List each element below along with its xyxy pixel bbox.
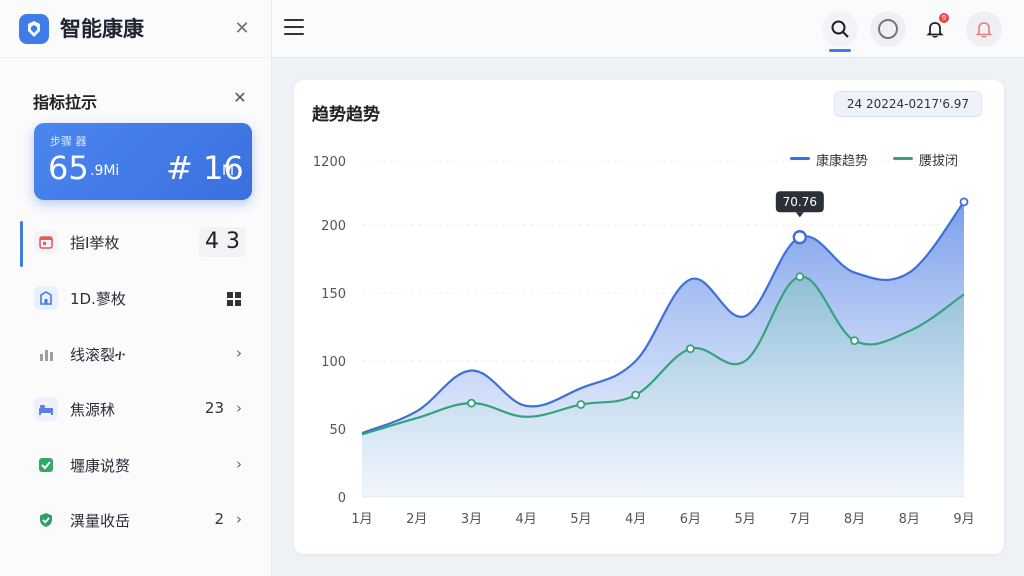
app-title: 智能康康 (60, 17, 144, 41)
active-indicator (20, 221, 23, 267)
menu-item-label: 壥康说赘 (70, 457, 131, 475)
notification-badge: 9 (939, 13, 949, 23)
panel-title: 指标拉示 (33, 93, 98, 112)
status-button[interactable] (870, 11, 906, 47)
menu-item-4[interactable]: 焦源秫 23 › (22, 387, 254, 431)
stat-value-primary: 65 (48, 149, 89, 187)
grid-icon[interactable] (226, 291, 242, 311)
x-tick-label: 1月 (351, 512, 372, 527)
circle-icon (878, 19, 898, 39)
summary-stat-card[interactable]: 步骤 器 65 .9Mi # 16 M (34, 123, 252, 200)
menu-item-6[interactable]: 潩量收岳 2 › (22, 498, 254, 542)
y-tick-label: 200 (321, 219, 346, 234)
alert-bell-icon (975, 22, 993, 38)
menu-item-2[interactable]: 1D.蓼枚 (22, 276, 254, 320)
alerts-button[interactable] (966, 11, 1002, 47)
data-point[interactable] (850, 336, 859, 346)
menu-item-label: 潩量收岳 (70, 512, 131, 530)
menu-item-label: 线滚裂ተ (70, 346, 126, 364)
data-point[interactable] (576, 400, 586, 409)
y-tick-label: 50 (329, 423, 346, 438)
tooltip-label: 70.76 (783, 195, 817, 209)
trend-chart-card: 趋势趋势 24 20224-0217'6.97 康康趋势 腰拔闭 0 50 10… (294, 80, 1004, 554)
menu-item-label: 焦源秫 (70, 401, 116, 419)
menu-item-1[interactable]: 指I挙枚 4 3 (20, 220, 254, 267)
chevron-right-icon: › (236, 510, 242, 528)
x-tick-label: 4月 (625, 512, 646, 527)
chevron-right-icon: › (236, 399, 242, 417)
bed-icon (34, 397, 58, 421)
y-tick-label: 1200 (313, 155, 346, 170)
app-logo-icon (19, 14, 49, 44)
menu-item-label: 1D.蓼枚 (70, 290, 126, 308)
brand-header: 智能康康 ✕ (0, 0, 272, 58)
data-point[interactable] (467, 398, 476, 408)
x-tick-label: 7月 (789, 512, 810, 527)
menu-item-count: 4 3 (199, 227, 246, 257)
menu-item-count: 2 (214, 510, 224, 528)
menu-item-count: 23 (204, 399, 224, 417)
menu-item-3[interactable]: 线滚裂ተ › (22, 332, 254, 376)
menu-item-5[interactable]: 壥康说赘 › (22, 443, 254, 487)
tooltip-pointer (795, 212, 804, 218)
sidebar: 智能康康 ✕ 指标拉示 ✕ 步骤 器 65 .9Mi # 16 M 指I挙枚 4… (0, 0, 272, 576)
data-point[interactable] (631, 390, 641, 400)
stat-unit-secondary: M (222, 163, 235, 179)
calendar-icon (34, 230, 58, 254)
data-point[interactable] (685, 344, 695, 354)
trend-chart: 0 50 100 150 200 1200 70.76 1月 2月 3月 4月 5月 4月 6月 5月 7… (313, 155, 975, 527)
collapse-sidebar-icon[interactable]: ✕ (233, 20, 251, 38)
chevron-right-icon: › (236, 344, 242, 362)
menu-item-label: 指I挙枚 (70, 234, 120, 252)
building-icon (34, 286, 58, 310)
x-tick-label: 5月 (570, 512, 591, 527)
x-tick-label: 8月 (899, 512, 920, 527)
search-icon (831, 20, 849, 38)
search-active-indicator (829, 49, 851, 52)
app-window: 智能康康 ✕ 指标拉示 ✕ 步骤 器 65 .9Mi # 16 M 指I挙枚 4… (0, 0, 1024, 576)
x-tick-label: 3月 (461, 512, 482, 527)
x-tick-label: 6月 (680, 512, 701, 527)
y-tick-label: 150 (321, 287, 346, 302)
data-point[interactable] (795, 272, 805, 282)
data-point[interactable] (959, 197, 969, 207)
x-tick-label: 5月 (734, 512, 755, 527)
search-button[interactable] (822, 11, 858, 47)
y-tick-label: 100 (321, 355, 346, 370)
hamburger-menu-icon[interactable] (284, 19, 304, 37)
bar-chart-icon (34, 342, 58, 366)
close-icon[interactable]: ✕ (232, 90, 248, 106)
shield-icon (34, 508, 58, 532)
x-tick-label: 2月 (406, 512, 427, 527)
checkbox-icon (34, 453, 58, 477)
highlighted-data-point[interactable] (792, 230, 808, 245)
stat-unit-primary: .9Mi (90, 163, 120, 179)
top-bar: 9 (272, 0, 1024, 58)
x-tick-label: 9月 (953, 512, 974, 527)
y-tick-label: 0 (338, 491, 346, 506)
x-tick-label: 8月 (844, 512, 865, 527)
stat-card-label: 步骤 器 (50, 135, 87, 148)
x-tick-label: 4月 (516, 512, 537, 527)
chevron-right-icon: › (236, 455, 242, 473)
